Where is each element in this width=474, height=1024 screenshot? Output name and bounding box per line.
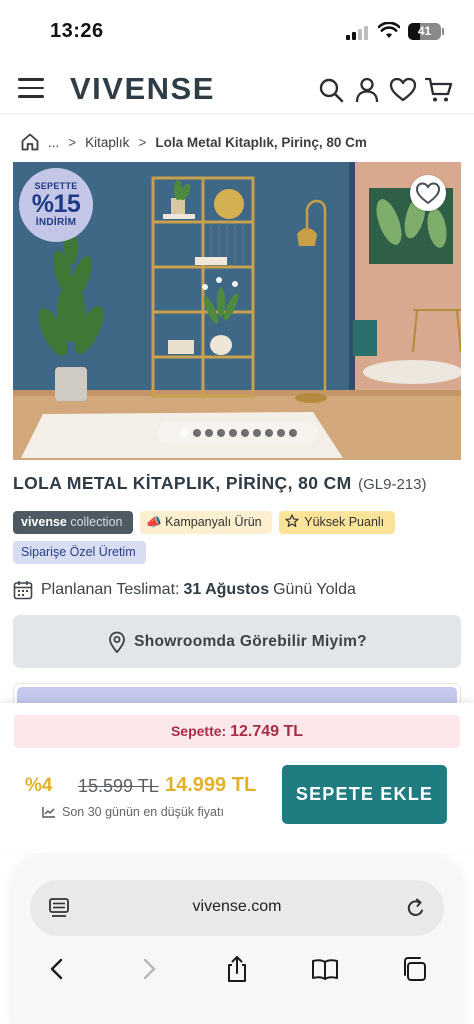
cart-price-strip: Sepette: 12.749 TL xyxy=(14,715,460,748)
back-icon[interactable] xyxy=(42,954,72,984)
home-icon[interactable] xyxy=(20,132,40,152)
calendar-icon xyxy=(13,581,33,600)
sticky-price-bar: Sepette: 12.749 TL %4 15.599 TL 14.999 T… xyxy=(0,703,474,853)
share-icon[interactable] xyxy=(222,954,252,984)
vivense-logo[interactable]: VIVENSE xyxy=(70,71,215,107)
delivery-info: Planlanan Teslimat: 31 Ağustos Günü Yold… xyxy=(13,578,356,602)
made-to-order-tag: Siparişe Özel Üretim xyxy=(13,541,146,564)
collection-brand: vivense xyxy=(21,515,67,529)
current-price: 14.999 TL xyxy=(165,774,257,796)
cart-price-value: 12.749 TL xyxy=(230,723,304,740)
megaphone-icon: 📣 xyxy=(146,515,162,529)
battery-cap xyxy=(442,28,444,35)
carousel-dot[interactable] xyxy=(179,429,189,437)
carousel-dot[interactable] xyxy=(288,429,297,437)
old-price: 15.599 TL xyxy=(78,776,159,796)
address-bar[interactable]: vivense.com xyxy=(30,880,444,936)
status-bar: 13:26 41 xyxy=(0,0,474,62)
user-icon[interactable] xyxy=(353,76,381,104)
rating-label: Yüksek Puanlı xyxy=(304,515,385,529)
carousel-dot[interactable] xyxy=(216,429,225,437)
heart-outline-icon xyxy=(416,182,440,204)
cellular-signal-icon xyxy=(346,26,370,40)
browser-toolbar: vivense.com xyxy=(10,858,464,1024)
discount-percent: %4 xyxy=(25,775,53,796)
carousel-dot[interactable] xyxy=(252,429,261,437)
add-to-cart-button[interactable]: SEPETE EKLE xyxy=(282,765,447,824)
collection-tag[interactable]: vivense collection xyxy=(13,511,133,534)
badge-value: %15 xyxy=(31,190,81,218)
product-title-row: LOLA METAL KİTAPLIK, PİRİNÇ, 80 CM (GL9-… xyxy=(13,473,426,494)
reload-icon[interactable] xyxy=(404,896,428,920)
favorite-button[interactable] xyxy=(410,175,446,211)
carousel-dot[interactable] xyxy=(204,429,213,437)
partial-card xyxy=(13,683,461,705)
carousel-dots[interactable] xyxy=(158,422,318,444)
showroom-label: Showroomda Görebilir Miyim? xyxy=(134,632,367,650)
breadcrumb: ... > Kitaplık > Lola Metal Kitaplık, Pi… xyxy=(20,128,367,156)
carousel-dot[interactable] xyxy=(264,429,273,437)
carousel-dot[interactable] xyxy=(276,429,285,437)
delivery-suffix: Günü Yolda xyxy=(273,581,356,598)
badge-bottom-text: İNDİRİM xyxy=(35,217,77,228)
campaign-tag[interactable]: 📣 Kampanyalı Ürün xyxy=(140,511,272,534)
breadcrumb-ellipsis[interactable]: ... xyxy=(48,135,59,150)
product-title: LOLA METAL KİTAPLIK, PİRİNÇ, 80 CM xyxy=(13,473,352,493)
collection-word: collection xyxy=(70,515,123,529)
wifi-icon xyxy=(378,22,400,38)
product-sku: (GL9-213) xyxy=(358,476,427,493)
delivery-label: Planlanan Teslimat: xyxy=(41,581,180,598)
carousel-dot[interactable] xyxy=(192,429,201,437)
forward-icon[interactable] xyxy=(134,954,164,984)
battery-icon: 41 xyxy=(408,23,441,40)
lowest-price-text: Son 30 günün en düşük fiyatı xyxy=(62,805,224,819)
tabs-icon[interactable] xyxy=(400,954,430,984)
cart-icon[interactable] xyxy=(425,76,453,104)
showroom-button[interactable]: Showroomda Görebilir Miyim? xyxy=(13,615,461,668)
search-icon[interactable] xyxy=(317,76,345,104)
bookmarks-icon[interactable] xyxy=(310,954,340,984)
carousel-dot[interactable] xyxy=(240,429,249,437)
url-text[interactable]: vivense.com xyxy=(30,898,444,916)
rating-tag[interactable]: Yüksek Puanlı xyxy=(279,511,395,534)
campaign-label: Kampanyalı Ürün xyxy=(165,515,262,529)
menu-icon[interactable] xyxy=(18,78,44,98)
breadcrumb-current: Lola Metal Kitaplık, Pirinç, 80 Cm xyxy=(155,134,367,150)
delivery-date: 31 Ağustos xyxy=(183,581,270,598)
chevron-right-icon: > xyxy=(138,134,147,150)
chart-line-icon xyxy=(42,807,55,818)
product-image-carousel[interactable]: SEPETTE %15 İNDİRİM xyxy=(13,162,461,460)
carousel-dot[interactable] xyxy=(228,429,237,437)
chevron-right-icon: > xyxy=(68,134,77,150)
lowest-price-note: Son 30 günün en düşük fiyatı xyxy=(42,805,224,819)
cart-price-label: Sepette: xyxy=(170,723,227,739)
status-time: 13:26 xyxy=(50,20,104,42)
breadcrumb-category[interactable]: Kitaplık xyxy=(85,135,129,150)
heart-icon[interactable] xyxy=(389,76,417,104)
location-pin-icon xyxy=(109,631,125,653)
site-header: VIVENSE xyxy=(0,62,474,114)
star-icon xyxy=(285,514,299,527)
battery-level: 41 xyxy=(417,24,432,38)
discount-badge: SEPETTE %15 İNDİRİM xyxy=(19,168,93,242)
